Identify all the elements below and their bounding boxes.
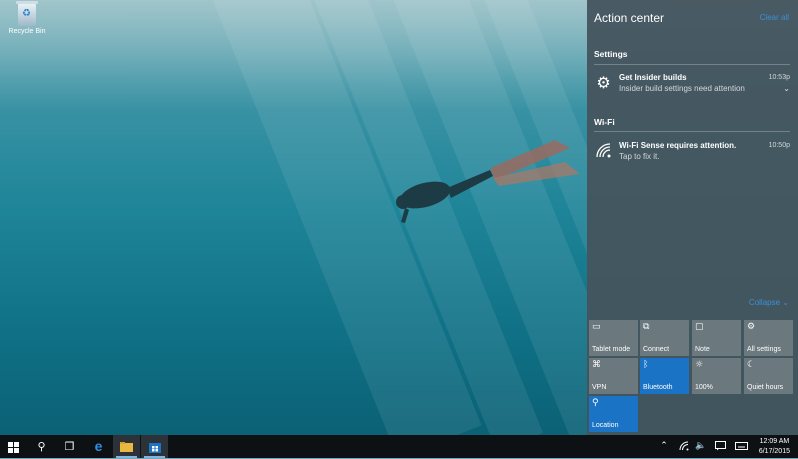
quick-action-brightness[interactable]: ☼ 100%: [692, 358, 741, 394]
collapse-label: Collapse: [748, 298, 781, 307]
chevron-up-icon[interactable]: ⌃: [656, 435, 672, 458]
quick-action-label: All settings: [747, 346, 781, 353]
desktop: Recycle Bin: [0, 0, 587, 435]
quick-action-location[interactable]: ⚲ Location: [589, 396, 638, 432]
quick-action-bluetooth[interactable]: ᛒ Bluetooth: [640, 358, 689, 394]
quick-action-tablet-mode[interactable]: ▭ Tablet mode: [589, 320, 638, 356]
task-view-button[interactable]: ❐: [56, 435, 83, 458]
notification-title: Wi-Fi Sense requires attention.: [619, 141, 737, 150]
group-divider: [594, 64, 790, 65]
store-icon: [148, 443, 161, 453]
start-button[interactable]: [0, 435, 27, 458]
taskbar: ⚲ ❐ e ⌃ 🔈 12:09 AM 6/17/2015: [0, 435, 798, 458]
wifi-icon: [595, 142, 612, 159]
clock-date: 6/17/2015: [758, 448, 790, 455]
quick-action-label: Location: [592, 422, 619, 429]
action-center-title: Action center: [594, 11, 665, 25]
action-center-icon[interactable]: [712, 435, 728, 458]
bluetooth-icon: ᛒ: [643, 360, 649, 370]
note-icon: ▢: [695, 322, 704, 332]
chevron-down-icon: ⌄: [782, 298, 789, 307]
vpn-icon: ⌘: [592, 360, 601, 370]
notification-group-title: Settings: [594, 49, 628, 59]
keyboard-icon[interactable]: [732, 435, 750, 458]
taskbar-clock[interactable]: 12:09 AM 6/17/2015: [759, 437, 790, 457]
taskbar-app-store[interactable]: [141, 435, 168, 458]
quick-action-label: 100%: [695, 384, 713, 391]
notification-wifi-sense[interactable]: Wi-Fi Sense requires attention. Tap to f…: [587, 138, 798, 166]
quick-action-label: Bluetooth: [643, 384, 673, 391]
tablet-mode-icon: ▭: [592, 322, 601, 332]
search-icon: ⚲: [37, 440, 46, 453]
group-divider: [594, 131, 790, 132]
notification-time: 10:50p: [768, 142, 790, 149]
quick-action-label: VPN: [592, 384, 607, 391]
quick-action-vpn[interactable]: ⌘ VPN: [589, 358, 638, 394]
quick-action-label: Tablet mode: [592, 346, 631, 353]
taskbar-app-file-explorer[interactable]: [113, 435, 140, 458]
file-explorer-icon: [120, 442, 133, 452]
notification-group-title: Wi-Fi: [594, 117, 615, 127]
connect-icon: ⧉: [643, 322, 650, 332]
quick-action-connect[interactable]: ⧉ Connect: [640, 320, 689, 356]
action-center-panel: Action center Clear all Settings ⚙ Get I…: [587, 0, 798, 435]
settings-icon: ⚙: [747, 322, 756, 332]
volume-icon[interactable]: 🔈: [693, 435, 709, 458]
desktop-icon-label: Recycle Bin: [8, 28, 46, 35]
collapse-link[interactable]: Collapse ⌄: [749, 298, 789, 307]
clock-time: 12:09 AM: [759, 438, 790, 445]
notification-body: Insider build settings need attention: [619, 84, 745, 93]
quick-action-all-settings[interactable]: ⚙ All settings: [744, 320, 793, 356]
quick-action-quiet-hours[interactable]: ☾ Quiet hours: [744, 358, 793, 394]
location-icon: ⚲: [592, 398, 599, 408]
swimmer-image: [396, 140, 580, 223]
edge-icon: e: [94, 438, 103, 454]
brightness-icon: ☼: [695, 360, 704, 370]
search-button[interactable]: ⚲: [28, 435, 55, 458]
recycle-bin-icon: [16, 1, 38, 26]
quick-action-note[interactable]: ▢ Note: [692, 320, 741, 356]
notification-body: Tap to fix it.: [619, 152, 660, 161]
taskbar-app-edge[interactable]: e: [85, 435, 112, 458]
moon-icon: ☾: [747, 360, 756, 370]
desktop-icon-recycle-bin[interactable]: Recycle Bin: [4, 1, 50, 35]
quick-action-label: Connect: [643, 346, 670, 353]
network-icon[interactable]: [676, 435, 692, 458]
chevron-down-icon[interactable]: ⌄: [783, 84, 790, 93]
quick-action-label: Note: [695, 346, 710, 353]
start-icon: [8, 441, 19, 453]
notification-time: 10:53p: [768, 74, 790, 81]
notification-title: Get Insider builds: [619, 73, 687, 82]
task-view-icon: ❐: [64, 440, 75, 453]
notification-get-insider-builds[interactable]: ⚙ Get Insider builds Insider build setti…: [587, 70, 798, 98]
quick-action-label: Quiet hours: [747, 384, 784, 391]
gear-icon: ⚙: [596, 73, 611, 92]
clear-all-link[interactable]: Clear all: [760, 13, 789, 22]
